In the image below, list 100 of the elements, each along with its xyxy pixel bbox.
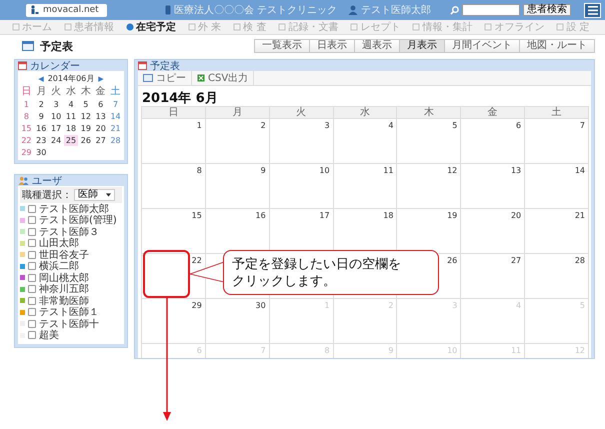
checkbox[interactable] bbox=[28, 228, 36, 236]
day-number: 1 bbox=[196, 121, 202, 130]
weekday-header: 土 bbox=[524, 106, 589, 119]
search-icon bbox=[450, 6, 459, 14]
view-tab[interactable]: 日表示 bbox=[309, 39, 355, 53]
toolbar-button[interactable]: コピー bbox=[138, 71, 192, 85]
day-cell[interactable]: 18 bbox=[64, 123, 78, 134]
page-icon bbox=[12, 23, 20, 31]
day-cell[interactable]: 29 bbox=[19, 147, 34, 158]
day-cell[interactable]: 25 bbox=[64, 135, 78, 146]
day-cell[interactable]: 11 bbox=[64, 111, 78, 122]
view-tab[interactable]: 月表示 bbox=[399, 39, 445, 53]
day-cell[interactable]: 10 bbox=[48, 111, 64, 122]
day-cell[interactable]: 15 bbox=[19, 123, 34, 134]
day-cell[interactable]: 9 bbox=[34, 111, 49, 122]
view-tab[interactable]: 月間イベント bbox=[444, 39, 520, 53]
checkbox[interactable] bbox=[28, 331, 36, 340]
checkbox[interactable] bbox=[28, 274, 36, 282]
day-number: 19 bbox=[447, 211, 458, 220]
page-icon bbox=[412, 23, 420, 31]
day-cell[interactable]: 16 bbox=[34, 123, 49, 134]
weekday-header: 月 bbox=[204, 106, 270, 119]
circle-icon bbox=[126, 23, 134, 31]
user-name: 非常勤医師 bbox=[39, 294, 89, 307]
checkbox[interactable] bbox=[28, 308, 36, 316]
day-cell[interactable]: 30 bbox=[34, 147, 49, 158]
page-icon bbox=[556, 23, 564, 31]
day-cell[interactable]: 3 bbox=[48, 99, 64, 110]
user-name: テスト医師太郎 bbox=[361, 4, 431, 17]
page-icon bbox=[278, 23, 286, 31]
day-cell[interactable]: 23 bbox=[34, 135, 49, 146]
page-icon bbox=[350, 23, 358, 31]
logo[interactable]: movacal.net bbox=[26, 4, 107, 16]
day-cell[interactable]: 14 bbox=[108, 111, 123, 122]
filter-label: 職種選択： bbox=[22, 188, 72, 202]
checkbox[interactable] bbox=[28, 296, 36, 305]
weekday-label: 水 bbox=[64, 84, 77, 98]
checkbox[interactable] bbox=[28, 320, 36, 328]
day-cell[interactable]: 26 bbox=[78, 135, 94, 146]
day-cell[interactable]: 5 bbox=[78, 99, 94, 110]
user-name: 岡山桃太郎 bbox=[39, 272, 89, 284]
user-name: 世田谷友子 bbox=[39, 248, 89, 261]
day-number: 6 bbox=[516, 121, 522, 130]
day-cell[interactable]: 6 bbox=[93, 99, 108, 110]
copy-icon bbox=[143, 74, 153, 82]
weekday-label: 日 bbox=[20, 85, 32, 98]
day-cell[interactable]: 13 bbox=[93, 111, 108, 122]
checkbox[interactable] bbox=[28, 204, 36, 213]
callout-text: クリックします。 bbox=[232, 273, 337, 290]
day-number: 11 bbox=[383, 166, 394, 175]
view-tab[interactable]: 一覧表示 bbox=[254, 39, 310, 53]
toolbar-button[interactable]: CSV出力 bbox=[192, 71, 254, 85]
day-number: 13 bbox=[510, 166, 522, 175]
day-cell[interactable]: 20 bbox=[93, 123, 108, 134]
day-cell[interactable]: 1 bbox=[19, 99, 34, 110]
day-number: 18 bbox=[383, 211, 394, 220]
panel-title: カレンダー bbox=[30, 60, 80, 72]
user-name: 山田太郎 bbox=[39, 236, 79, 250]
page-title: 予定表 bbox=[40, 38, 73, 54]
day-cell[interactable]: 24 bbox=[48, 135, 64, 146]
user-name: テスト医師１ bbox=[39, 306, 99, 318]
spreadsheet-icon bbox=[197, 74, 205, 82]
user-name: テスト医師(管理) bbox=[39, 214, 117, 227]
view-tab[interactable]: 週表示 bbox=[354, 39, 400, 53]
day-number: 5 bbox=[452, 121, 458, 130]
day-cell[interactable]: 4 bbox=[64, 99, 78, 110]
nav-tab[interactable]: 在宅予定 bbox=[122, 20, 180, 34]
person-icon bbox=[30, 5, 40, 15]
month-title: 2014年 6月 bbox=[138, 86, 591, 106]
day-number: 7 bbox=[580, 121, 585, 130]
search-button[interactable]: 患者検索 bbox=[523, 4, 571, 16]
menu-button[interactable] bbox=[584, 2, 601, 18]
day-cell[interactable]: 28 bbox=[108, 135, 123, 146]
checkbox[interactable] bbox=[28, 285, 36, 294]
day-cell[interactable]: 22 bbox=[19, 135, 34, 146]
day-cell[interactable]: 21 bbox=[108, 123, 123, 134]
day-cell[interactable]: 27 bbox=[93, 135, 108, 146]
panel-title: 予定表 bbox=[150, 60, 180, 72]
checkbox[interactable] bbox=[28, 239, 36, 248]
checkbox[interactable] bbox=[28, 216, 36, 224]
callout-text: 予定を登録したい日の空欄を bbox=[232, 256, 402, 273]
role-dropdown[interactable]: 医師 bbox=[74, 189, 115, 201]
day-number: 3 bbox=[324, 121, 330, 130]
window-icon bbox=[22, 41, 34, 51]
day-number: 4 bbox=[388, 121, 394, 130]
day-number: 12 bbox=[447, 166, 458, 175]
day-cell[interactable]: 7 bbox=[108, 99, 123, 110]
day-cell[interactable]: 2 bbox=[34, 99, 49, 110]
day-cell[interactable]: 8 bbox=[19, 111, 34, 122]
checkbox[interactable] bbox=[28, 250, 36, 259]
view-tab[interactable]: 地図・ルート bbox=[519, 39, 595, 53]
user-name: 横浜二郎 bbox=[39, 260, 79, 272]
day-cell[interactable]: 19 bbox=[78, 123, 94, 134]
day-cell[interactable]: 17 bbox=[48, 123, 64, 134]
day-number: 20 bbox=[510, 211, 522, 220]
day-cell[interactable]: 12 bbox=[78, 111, 94, 122]
search-field[interactable] bbox=[462, 4, 520, 16]
weekday-label: 月 bbox=[35, 85, 48, 98]
page-icon bbox=[233, 23, 242, 31]
checkbox[interactable] bbox=[28, 262, 36, 270]
